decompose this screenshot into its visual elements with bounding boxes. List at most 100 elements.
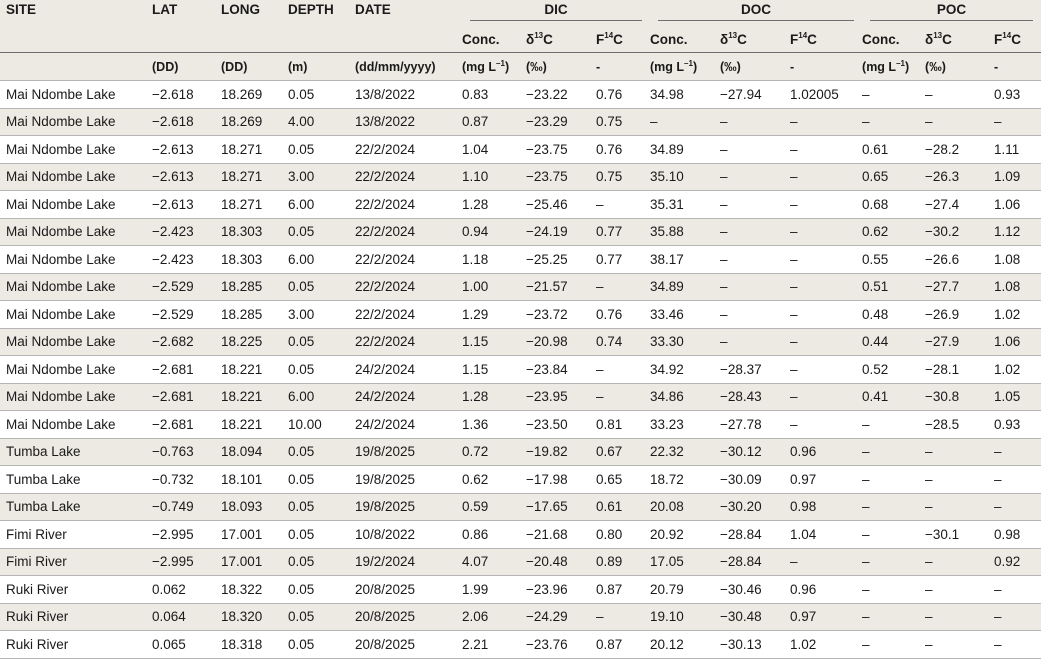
table-row: Mai Ndombe Lake −2.618 18.269 4.00 13/8/2022… [0, 107, 1041, 136]
cell-doc-conc: 34.89 [650, 135, 721, 163]
cell-lat: 0.065 [152, 630, 221, 659]
cell-depth: 6.00 [288, 190, 355, 218]
cell-depth: 0.05 [288, 602, 355, 631]
cell-doc-f14c: 0.97 [790, 602, 863, 631]
cell-lat: −0.763 [152, 437, 221, 466]
cell-site: Mai Ndombe Lake [0, 80, 152, 108]
table-row: Tumba Lake −0.763 18.094 0.05 19/8/2025 0.72−… [0, 437, 1041, 466]
cell-doc-conc: 35.31 [650, 190, 721, 218]
cell-dic-d13c: −23.22 [526, 80, 596, 108]
cell-dic-f14c: 0.67 [596, 437, 651, 466]
cell-doc-d13c: – [720, 245, 791, 273]
unit-depth: (m) [288, 52, 355, 81]
cell-lat: −2.682 [152, 327, 221, 356]
cell-dic-d13c: −20.98 [526, 327, 596, 356]
unit-poc-conc: (mg L–1) [862, 52, 926, 81]
cell-date: 20/8/2025 [355, 575, 462, 603]
cell-dic-conc: 1.04 [462, 135, 526, 163]
cell-poc-d13c: −28.1 [925, 355, 995, 383]
table-row: Ruki River 0.062 18.322 0.05 20/8/2025 1.99 −2… [0, 575, 1041, 603]
cell-doc-f14c: – [790, 547, 863, 576]
cell-dic-d13c: −20.48 [526, 547, 596, 576]
cell-poc-d13c: – [925, 80, 995, 108]
cell-dic-conc: 1.18 [462, 245, 526, 273]
unit-poc-f14c: - [994, 52, 1041, 81]
cell-doc-f14c: 1.02005 [790, 80, 863, 108]
cell-lat: −2.613 [152, 162, 221, 191]
cell-dic-f14c: 0.81 [596, 410, 651, 438]
cell-dic-f14c: 0.89 [596, 547, 651, 576]
cell-dic-conc: 1.10 [462, 162, 526, 191]
cell-doc-conc: 17.05 [650, 547, 721, 576]
cell-doc-conc: 20.92 [650, 520, 721, 548]
cell-date: 20/8/2025 [355, 602, 462, 631]
cell-doc-conc: 38.17 [650, 245, 721, 273]
cell-depth: 0.05 [288, 575, 355, 603]
cell-lat: −2.618 [152, 107, 221, 136]
cell-dic-conc: 0.86 [462, 520, 526, 548]
cell-poc-conc: 0.61 [862, 135, 926, 163]
cell-doc-f14c: – [790, 382, 863, 411]
group-header-doc-label: DOC [658, 2, 855, 21]
cell-dic-conc: 1.36 [462, 410, 526, 438]
cell-doc-d13c: −27.78 [720, 410, 791, 438]
cell-long: 18.303 [221, 245, 288, 273]
cell-doc-conc: 20.79 [650, 575, 721, 603]
cell-long: 18.285 [221, 272, 288, 301]
unit-doc-conc: (mg L–1) [650, 52, 721, 81]
cell-poc-conc: 0.48 [862, 300, 926, 328]
cell-doc-f14c: – [790, 190, 863, 218]
cell-doc-f14c: – [790, 272, 863, 301]
col-header-depth: DEPTH [288, 2, 334, 17]
cell-doc-d13c: −28.37 [720, 355, 791, 383]
table-row: Fimi River −2.995 17.001 0.05 10/8/2022 0.86−… [0, 520, 1041, 548]
cell-date: 22/2/2024 [355, 327, 462, 356]
cell-doc-f14c: – [790, 162, 863, 191]
cell-dic-conc: 1.28 [462, 190, 526, 218]
cell-depth: 0.05 [288, 547, 355, 576]
cell-depth: 6.00 [288, 382, 355, 411]
cell-long: 17.001 [221, 520, 288, 548]
cell-lat: −2.995 [152, 547, 221, 576]
cell-dic-conc: 0.59 [462, 492, 526, 521]
cell-poc-d13c: −27.4 [925, 190, 995, 218]
cell-poc-f14c: – [994, 437, 1041, 466]
cell-poc-conc: 0.41 [862, 382, 926, 411]
cell-dic-conc: 2.06 [462, 602, 526, 631]
cell-depth: 6.00 [288, 245, 355, 273]
cell-doc-conc: 35.88 [650, 217, 721, 246]
cell-doc-conc: 33.46 [650, 300, 721, 328]
cell-poc-d13c: – [925, 437, 995, 466]
unit-lat: (DD) [152, 52, 221, 81]
table-body: Mai Ndombe Lake −2.618 18.269 0.05 13/8/2022… [0, 80, 1041, 659]
cell-poc-f14c: 1.11 [994, 135, 1041, 163]
cell-date: 13/8/2022 [355, 107, 462, 136]
cell-poc-conc: – [862, 547, 926, 576]
table-row: Mai Ndombe Lake −2.529 18.285 3.00 22/2/2024… [0, 300, 1041, 328]
cell-doc-conc: 33.23 [650, 410, 721, 438]
cell-poc-d13c: −26.3 [925, 162, 995, 191]
cell-long: 17.001 [221, 547, 288, 576]
unit-doc-f14c: - [790, 52, 863, 81]
cell-long: 18.318 [221, 630, 288, 659]
cell-doc-f14c: – [790, 135, 863, 163]
cell-doc-conc: 34.92 [650, 355, 721, 383]
cell-dic-d13c: −24.19 [526, 217, 596, 246]
cell-doc-d13c: −30.13 [720, 630, 791, 659]
cell-poc-conc: 0.52 [862, 355, 926, 383]
cell-dic-conc: 0.94 [462, 217, 526, 246]
cell-lat: −2.529 [152, 272, 221, 301]
table-row: Fimi River −2.995 17.001 0.05 19/2/2024 4.07−… [0, 547, 1041, 576]
cell-poc-d13c: −30.2 [925, 217, 995, 246]
cell-poc-f14c: – [994, 107, 1041, 136]
col-header-lat: LAT [152, 2, 178, 17]
cell-doc-d13c: −28.84 [720, 547, 791, 576]
cell-dic-d13c: −23.76 [526, 630, 596, 659]
cell-dic-f14c: 0.76 [596, 80, 651, 108]
cell-poc-d13c: −26.9 [925, 300, 995, 328]
cell-dic-d13c: −23.95 [526, 382, 596, 411]
cell-site: Tumba Lake [0, 465, 152, 493]
cell-dic-d13c: −25.25 [526, 245, 596, 273]
cell-doc-f14c: – [790, 300, 863, 328]
unit-dic-d13c: (‰) [526, 52, 596, 81]
